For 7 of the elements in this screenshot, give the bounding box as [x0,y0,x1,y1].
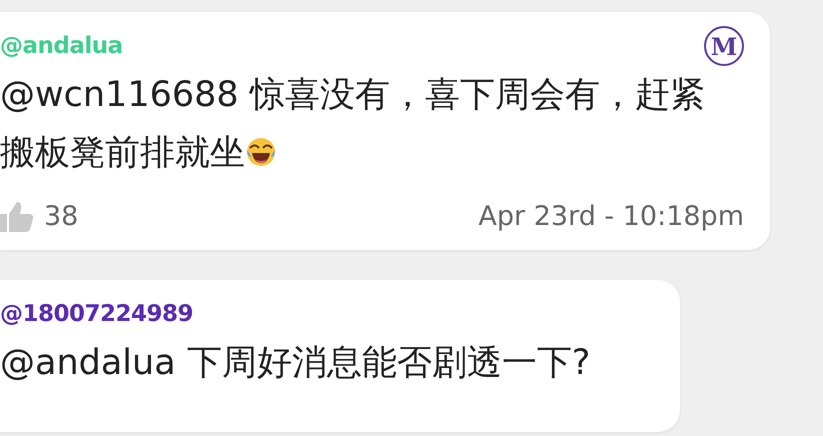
comment-time: Apr 23rd - 10:18pm [478,200,744,232]
username[interactable]: @18007224989 [0,301,194,327]
comment-text: @wcn116688 惊喜没有，喜下周会有，赶紧搬板凳前排就坐 [0,74,706,175]
thumbs-up-icon[interactable] [0,200,34,232]
like-count: 38 [44,200,78,232]
moderator-badge: M [704,26,744,66]
comment-text: @andalua 下周好消息能否剧透一下? [0,342,592,385]
